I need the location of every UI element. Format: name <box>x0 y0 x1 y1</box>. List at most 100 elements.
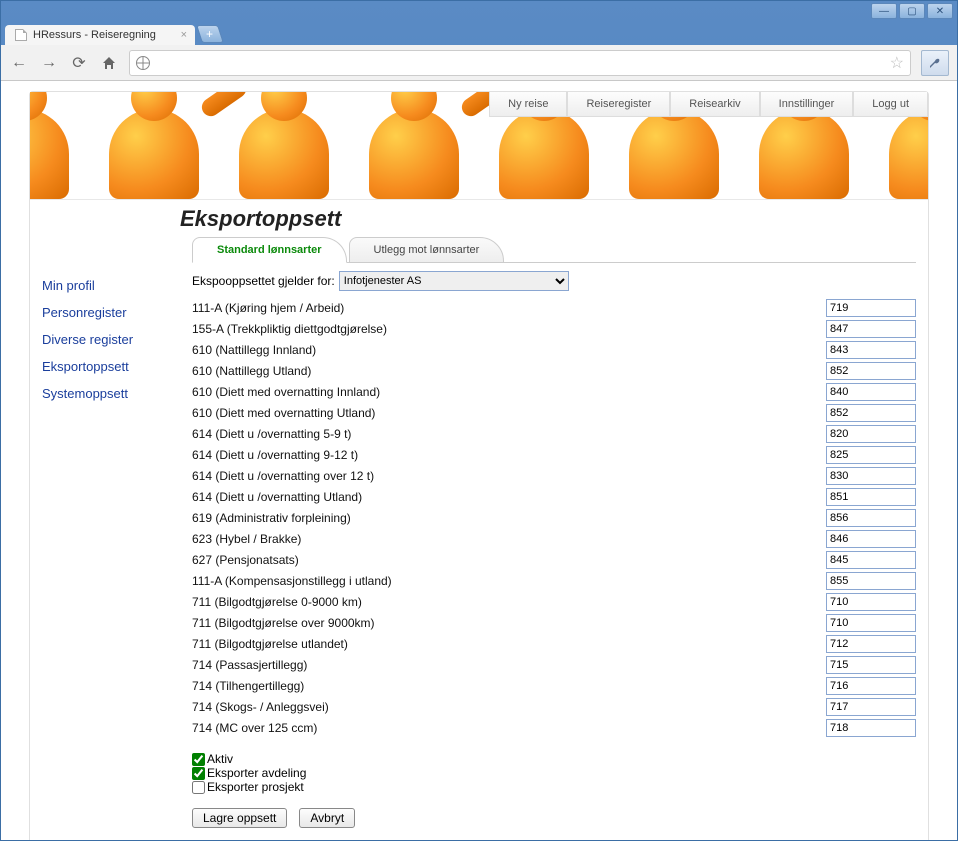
wage-type-input[interactable] <box>826 509 916 527</box>
forward-button[interactable]: → <box>39 53 59 73</box>
browser-tab-title: HRessurs - Reiseregning <box>33 29 156 41</box>
page-title: Eksportoppsett <box>30 200 928 236</box>
wage-type-input[interactable] <box>826 383 916 401</box>
wage-type-label: 614 (Diett u /overnatting over 12 t) <box>192 469 374 483</box>
wage-type-row: 619 (Administrativ forpleining) <box>192 507 916 528</box>
wage-type-input[interactable] <box>826 362 916 380</box>
wage-type-label: 155-A (Trekkpliktig diettgodtgjørelse) <box>192 322 387 336</box>
wage-type-input[interactable] <box>826 614 916 632</box>
checkbox-eksporter-prosjekt-label[interactable]: Eksporter prosjekt <box>192 780 916 794</box>
wage-type-label: 711 (Bilgodtgjørelse utlandet) <box>192 637 348 651</box>
checkbox-eksporter-prosjekt[interactable] <box>192 781 205 794</box>
tab-close-icon[interactable]: × <box>181 29 187 41</box>
wage-type-label: 623 (Hybel / Brakke) <box>192 532 301 546</box>
wage-type-input[interactable] <box>826 404 916 422</box>
sidebar-item-personregister[interactable]: Personregister <box>42 299 192 326</box>
wage-type-list: 111-A (Kjøring hjem / Arbeid) 155-A (Trek… <box>192 297 916 738</box>
wage-type-input[interactable] <box>826 656 916 674</box>
filter-label: Ekspooppsettet gjelder for: <box>192 274 335 288</box>
wage-type-input[interactable] <box>826 593 916 611</box>
nav-ny-reise[interactable]: Ny reise <box>489 92 567 117</box>
wage-type-input[interactable] <box>826 425 916 443</box>
nav-logg-ut[interactable]: Logg ut <box>853 92 928 117</box>
browser-tab-strip: HRessurs - Reiseregning × + <box>1 21 957 45</box>
globe-icon <box>136 56 150 70</box>
wage-type-input[interactable] <box>826 320 916 338</box>
wage-type-label: 711 (Bilgodtgjørelse 0-9000 km) <box>192 595 362 609</box>
checkbox-aktiv[interactable] <box>192 753 205 766</box>
wage-type-row: 111-A (Kjøring hjem / Arbeid) <box>192 297 916 318</box>
wage-type-label: 714 (Tilhengertillegg) <box>192 679 304 693</box>
reload-button[interactable]: ⟳ <box>69 53 89 73</box>
wage-type-row: 610 (Diett med overnatting Innland) <box>192 381 916 402</box>
wage-type-label: 714 (Skogs- / Anleggsvei) <box>192 700 329 714</box>
nav-reiseregister[interactable]: Reiseregister <box>567 92 670 117</box>
settings-wrench-button[interactable] <box>921 50 949 76</box>
wage-type-input[interactable] <box>826 488 916 506</box>
wage-type-label: 610 (Nattillegg Innland) <box>192 343 316 357</box>
main-content: Standard lønnsarter Utlegg mot lønnsarte… <box>192 236 916 828</box>
new-tab-button[interactable]: + <box>196 25 224 43</box>
wage-type-input[interactable] <box>826 572 916 590</box>
sidebar-item-systemoppsett[interactable]: Systemoppsett <box>42 380 192 407</box>
wage-type-row: 714 (MC over 125 ccm) <box>192 717 916 738</box>
wage-type-row: 711 (Bilgodtgjørelse utlandet) <box>192 633 916 654</box>
checkbox-eksporter-avdeling-text: Eksporter avdeling <box>207 766 306 780</box>
filter-select[interactable]: Infotjenester AS <box>339 271 569 291</box>
sidebar-item-min-profil[interactable]: Min profil <box>42 272 192 299</box>
wage-type-label: 111-A (Kompensasjonstillegg i utland) <box>192 574 392 588</box>
wage-type-input[interactable] <box>826 677 916 695</box>
wage-type-input[interactable] <box>826 530 916 548</box>
options-checkboxes: Aktiv Eksporter avdeling Eksporter prosj… <box>192 752 916 794</box>
wage-type-input[interactable] <box>826 341 916 359</box>
browser-window: — ▢ ✕ HRessurs - Reiseregning × + ← → ⟳ … <box>0 0 958 841</box>
window-close-button[interactable]: ✕ <box>927 3 953 19</box>
back-button[interactable]: ← <box>9 53 29 73</box>
wage-type-input[interactable] <box>826 467 916 485</box>
wage-type-row: 714 (Skogs- / Anleggsvei) <box>192 696 916 717</box>
wage-type-label: 714 (Passasjertillegg) <box>192 658 307 672</box>
bookmark-star-icon[interactable]: ☆ <box>890 53 904 73</box>
document-icon <box>15 29 27 41</box>
wage-type-row: 614 (Diett u /overnatting Utland) <box>192 486 916 507</box>
tab-utlegg-mot-lonnsarter[interactable]: Utlegg mot lønnsarter <box>349 237 505 263</box>
browser-tab[interactable]: HRessurs - Reiseregning × <box>5 25 195 45</box>
wage-type-label: 619 (Administrativ forpleining) <box>192 511 351 525</box>
cancel-button[interactable]: Avbryt <box>299 808 355 828</box>
checkbox-aktiv-text: Aktiv <box>207 752 233 766</box>
app-header: Ny reise Reiseregister Reisearkiv Innsti… <box>30 92 928 200</box>
wage-type-row: 111-A (Kompensasjonstillegg i utland) <box>192 570 916 591</box>
home-button[interactable] <box>99 53 119 73</box>
sidebar-item-diverse-register[interactable]: Diverse register <box>42 326 192 353</box>
wage-type-label: 627 (Pensjonatsats) <box>192 553 299 567</box>
wage-type-row: 610 (Nattillegg Innland) <box>192 339 916 360</box>
nav-reisearkiv[interactable]: Reisearkiv <box>670 92 759 117</box>
sidebar-item-eksportoppsett[interactable]: Eksportoppsett <box>42 353 192 380</box>
wage-type-input[interactable] <box>826 635 916 653</box>
wage-type-row: 711 (Bilgodtgjørelse over 9000km) <box>192 612 916 633</box>
wage-type-row: 714 (Tilhengertillegg) <box>192 675 916 696</box>
checkbox-eksporter-avdeling-label[interactable]: Eksporter avdeling <box>192 766 916 780</box>
wage-type-input[interactable] <box>826 551 916 569</box>
nav-innstillinger[interactable]: Innstillinger <box>760 92 854 117</box>
address-bar[interactable]: ☆ <box>129 50 911 76</box>
wage-type-input[interactable] <box>826 698 916 716</box>
wage-type-input[interactable] <box>826 719 916 737</box>
app-container: Ny reise Reiseregister Reisearkiv Innsti… <box>29 91 929 840</box>
checkbox-aktiv-label[interactable]: Aktiv <box>192 752 916 766</box>
wage-type-row: 155-A (Trekkpliktig diettgodtgjørelse) <box>192 318 916 339</box>
wage-type-input[interactable] <box>826 446 916 464</box>
checkbox-eksporter-avdeling[interactable] <box>192 767 205 780</box>
wage-type-row: 711 (Bilgodtgjørelse 0-9000 km) <box>192 591 916 612</box>
filter-row: Ekspooppsettet gjelder for: Infotjeneste… <box>192 271 916 291</box>
wage-type-input[interactable] <box>826 299 916 317</box>
wage-type-row: 610 (Diett med overnatting Utland) <box>192 402 916 423</box>
page-viewport: Ny reise Reiseregister Reisearkiv Innsti… <box>1 81 957 840</box>
tab-standard-lonnsarter[interactable]: Standard lønnsarter <box>192 237 347 263</box>
window-minimize-button[interactable]: — <box>871 3 897 19</box>
save-button[interactable]: Lagre oppsett <box>192 808 287 828</box>
wage-type-row: 614 (Diett u /overnatting over 12 t) <box>192 465 916 486</box>
wage-type-label: 610 (Diett med overnatting Innland) <box>192 385 380 399</box>
window-maximize-button[interactable]: ▢ <box>899 3 925 19</box>
wage-type-row: 627 (Pensjonatsats) <box>192 549 916 570</box>
